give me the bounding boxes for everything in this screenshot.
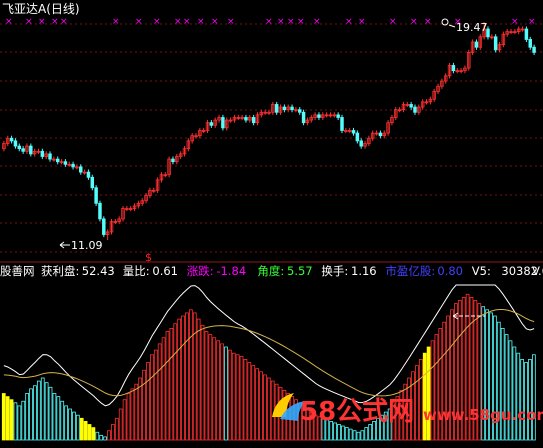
indicator-item-label: 市盈亿股: — [385, 264, 435, 278]
signal-cross-marker: × — [112, 17, 120, 27]
indicator-item-label: 换手: — [321, 264, 348, 278]
low-price-label: 11.09 — [71, 239, 103, 252]
indicator-item-value: 0.80 — [437, 264, 463, 278]
indicator-item-value: 5.57 — [287, 264, 313, 278]
watermark-brand: 58公式网 — [300, 397, 414, 427]
candle[interactable] — [524, 26, 529, 43]
stock-chart-window: × × × × × × × × × × × × × × × × × × × × × × × × × × 飞亚达A(日线) 19.4… — [0, 0, 543, 444]
indicator-bar[interactable] — [9, 399, 14, 441]
indicator-bar[interactable] — [422, 352, 427, 441]
signal-cross-marker: × — [313, 17, 321, 27]
candle[interactable] — [340, 114, 344, 134]
signal-cross-marker: × — [424, 17, 432, 27]
indicator-item-label: 角度: — [257, 264, 284, 278]
indicator-item-label: 获利盘: — [41, 264, 79, 278]
indicator-item-label: V5: — [472, 264, 491, 278]
signal-cross-marker: × — [297, 17, 305, 27]
signal-cross-marker: × — [197, 17, 205, 27]
indicator-item: 市盈亿股: 0.80 — [385, 264, 463, 278]
indicator-bar[interactable] — [1, 393, 6, 441]
signal-cross-marker: × — [345, 17, 353, 27]
indicator-item-label: 涨跌: — [187, 264, 214, 278]
indicator-bar[interactable] — [5, 396, 10, 441]
signal-cross-marker: × — [265, 17, 273, 27]
signal-cross-marker: × — [135, 17, 143, 27]
signal-cross-marker: × — [277, 17, 285, 27]
candle[interactable] — [301, 109, 306, 126]
candle[interactable] — [102, 216, 106, 238]
signal-cross-marker: × — [227, 17, 235, 27]
signal-cross-marker: × — [38, 17, 46, 27]
signal-cross-marker: × — [5, 17, 13, 27]
indicator-trailing: V — [532, 264, 540, 278]
signal-cross-marker: × — [410, 17, 418, 27]
candle[interactable] — [90, 174, 95, 191]
chart-canvas[interactable]: × × × × × × × × × × × × × × × × × × × × × × × × × × 飞亚达A(日线) 19.4… — [0, 0, 543, 444]
indicator-header: 股善网 获利盘: 52.43 量比: 0.61 涨跌: -1.84 角度: 5.57 换手: 1.… — [0, 264, 543, 278]
signal-cross-marker: × — [211, 17, 219, 27]
candle[interactable] — [98, 200, 102, 222]
indicator-item-value: 0.61 — [152, 264, 178, 278]
signal-cross-marker: × — [511, 17, 519, 27]
signal-cross-marker: × — [287, 17, 295, 27]
indicator-item-value: 1.16 — [351, 264, 377, 278]
high-price-label: 19.47 — [456, 21, 488, 34]
indicator-bar[interactable] — [83, 420, 88, 441]
indicator-bar[interactable] — [426, 346, 431, 441]
indicator-bar[interactable] — [87, 424, 92, 441]
signal-cross-marker: × — [358, 17, 366, 27]
indicator-name: 股善网 — [0, 264, 35, 278]
indicator-item: 涨跌: -1.84 — [187, 264, 246, 278]
signal-cross-marker: × — [60, 17, 68, 27]
window-title: 飞亚达A(日线) — [2, 2, 80, 16]
signal-cross-marker: × — [174, 17, 182, 27]
indicator-item-value: -1.84 — [216, 264, 246, 278]
signal-cross-marker: × — [528, 17, 536, 27]
indicator-item-value: 52.43 — [82, 264, 115, 278]
indicator-bar[interactable] — [91, 427, 96, 441]
signal-cross-marker: × — [389, 17, 397, 27]
watermark-url: www.58gu.com — [423, 406, 543, 424]
signal-cross-marker: × — [25, 17, 33, 27]
indicator-item-label: 量比: — [123, 264, 150, 278]
indicator-bar[interactable] — [79, 417, 84, 441]
candle[interactable] — [221, 114, 225, 131]
candle[interactable] — [493, 34, 498, 53]
signal-cross-marker: × — [51, 17, 59, 27]
candle[interactable] — [94, 185, 98, 206]
signal-cross-marker: × — [153, 17, 161, 27]
indicator-item: 获利盘: 52.43 — [41, 264, 115, 278]
signal-cross-marker: × — [183, 17, 191, 27]
